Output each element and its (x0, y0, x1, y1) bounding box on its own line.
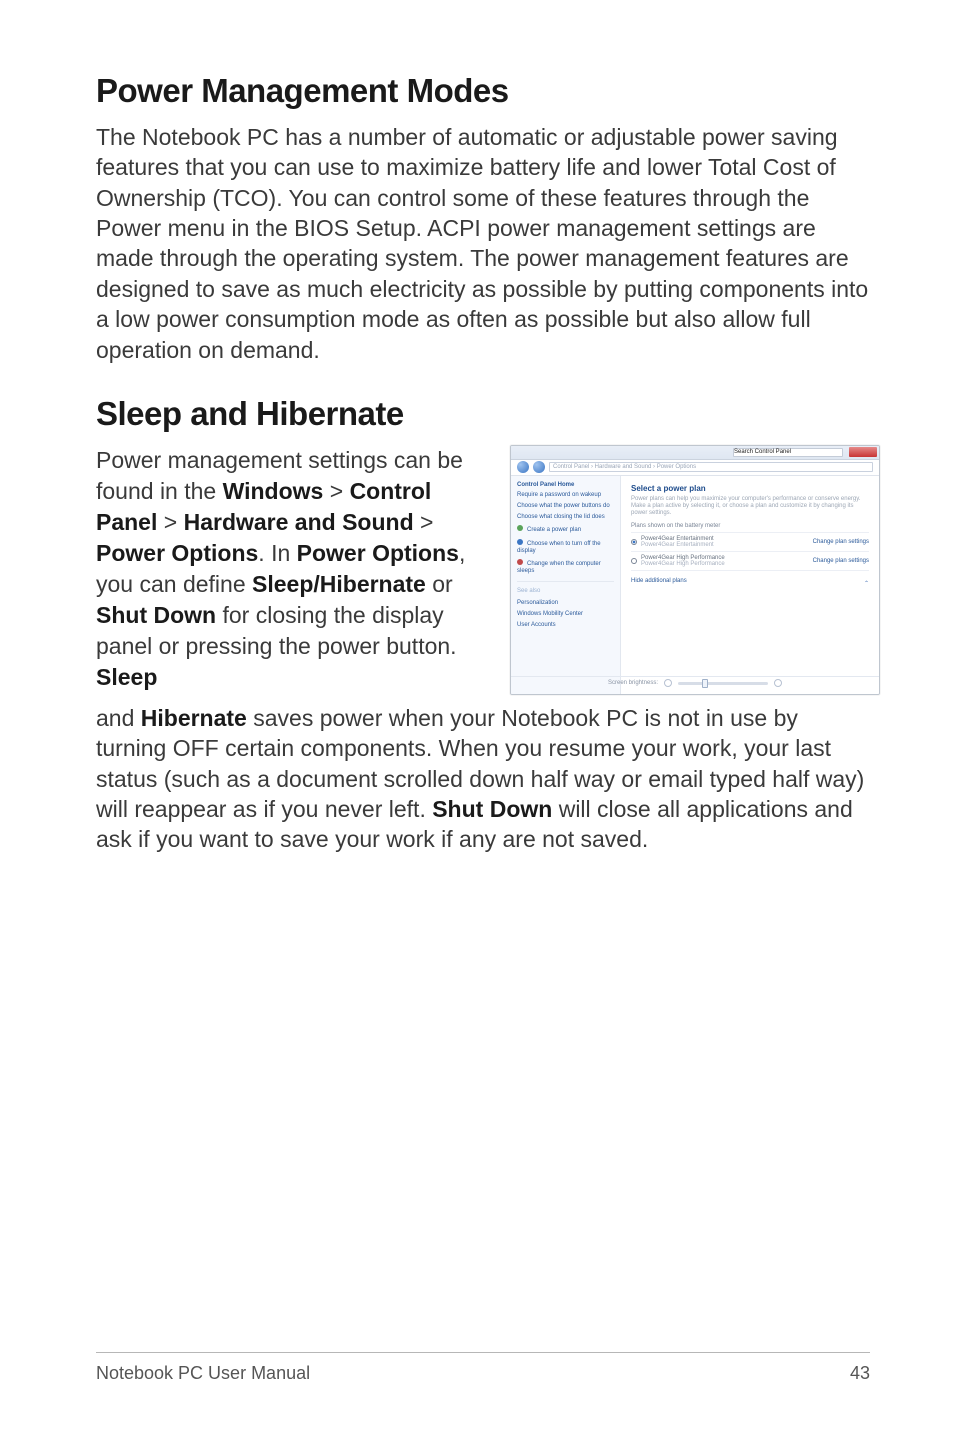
brightness-label: Screen brightness: (608, 680, 658, 686)
change-plan-link[interactable]: Change plan settings (813, 539, 869, 545)
paragraph-sleep-left: Power management settings can be found i… (96, 445, 492, 695)
sidebar-link[interactable]: Choose what closing the lid does (517, 514, 614, 521)
plans-subheading: Plans shown on the battery meter (631, 523, 869, 529)
search-input[interactable]: Search Control Panel (733, 448, 843, 457)
footer-title: Notebook PC User Manual (96, 1363, 310, 1384)
heading-sleep-hibernate: Sleep and Hibernate (96, 395, 870, 433)
sidebar-link[interactable]: Require a password on wakeup (517, 492, 614, 499)
paragraph-sleep-continued: and Hibernate saves power when your Note… (96, 703, 870, 855)
sidebar-link[interactable]: Choose what the power buttons do (517, 503, 614, 510)
nav-back-button[interactable] (517, 461, 529, 473)
close-icon[interactable] (849, 447, 877, 457)
sidebar-heading: Control Panel Home (517, 482, 614, 488)
screenshot-power-options: Search Control Panel Control Panel › Har… (510, 445, 880, 695)
chevron-up-icon: ⌃ (864, 580, 869, 587)
sidebar-link[interactable]: Personalization (517, 600, 614, 607)
main-panel: Select a power plan Power plans can help… (621, 476, 879, 694)
nav-forward-button[interactable] (533, 461, 545, 473)
sun-bright-icon (774, 679, 782, 687)
sidebar-link[interactable]: User Accounts (517, 622, 614, 629)
brightness-slider[interactable] (678, 682, 768, 685)
plan-desc: Power4Gear High Performance (641, 561, 725, 567)
power-plan-row: Power4Gear High Performance Power4Gear H… (631, 551, 869, 570)
radio-selected-icon[interactable] (631, 539, 637, 545)
sidebar-link[interactable]: Create a power plan (517, 525, 614, 534)
see-also-heading: See also (517, 588, 614, 595)
power-plan-row: Power4Gear Entertainment Power4Gear Ente… (631, 532, 869, 551)
radio-icon[interactable] (631, 558, 637, 564)
breadcrumb[interactable]: Control Panel › Hardware and Sound › Pow… (549, 462, 873, 472)
sidebar-link[interactable]: Change when the computer sleeps (517, 559, 614, 575)
hide-plans-row[interactable]: Hide additional plans ⌃ (631, 570, 869, 590)
sidebar: Control Panel Home Require a password on… (511, 476, 621, 694)
main-description: Power plans can help you maximize your c… (631, 496, 869, 518)
sidebar-link[interactable]: Windows Mobility Center (517, 611, 614, 618)
sun-dim-icon (664, 679, 672, 687)
page-number: 43 (850, 1363, 870, 1384)
brightness-footer: Screen brightness: (511, 676, 879, 690)
paragraph-power-management: The Notebook PC has a number of automati… (96, 122, 870, 365)
heading-power-management: Power Management Modes (96, 72, 870, 110)
sidebar-link[interactable]: Choose when to turn off the display (517, 539, 614, 555)
plan-desc: Power4Gear Entertainment (641, 542, 714, 548)
main-heading: Select a power plan (631, 484, 869, 493)
change-plan-link[interactable]: Change plan settings (813, 558, 869, 564)
